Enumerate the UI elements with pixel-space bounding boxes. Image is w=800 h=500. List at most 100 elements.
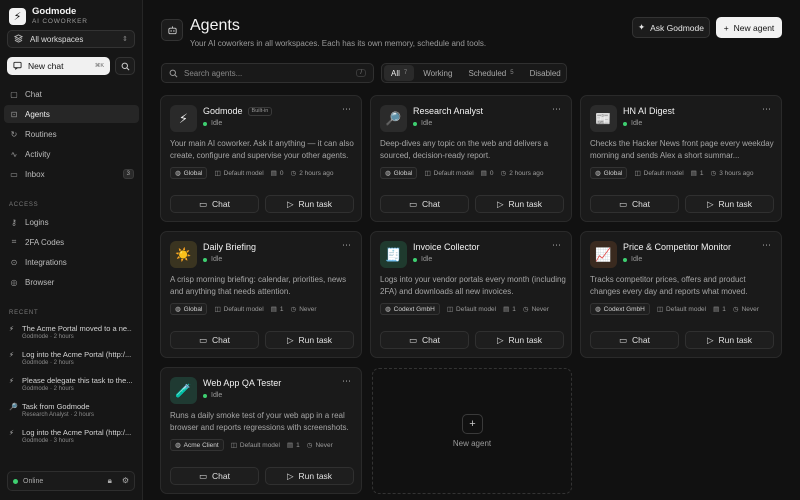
recent-item[interactable]: 🔎 Task from Godmode Research Analyst · 2… — [4, 400, 139, 420]
sidebar-search-button[interactable] — [115, 57, 135, 75]
agent-description: Checks the Hacker News front page every … — [590, 139, 774, 160]
agent-description: Runs a daily smoke test of your web app … — [170, 411, 349, 432]
run-task-label: Run task — [508, 199, 543, 209]
run-task-label: Run task — [718, 199, 753, 209]
chat-button[interactable]: ▭ Chat — [590, 331, 679, 349]
key-icon: ⚷ — [11, 217, 17, 227]
chat-button[interactable]: ▭ Chat — [380, 331, 469, 349]
run-task-button[interactable]: ▷ Run task — [475, 195, 564, 213]
new-agent-label: New agent — [733, 22, 775, 33]
model-label: Default model — [643, 169, 684, 177]
lock-icon[interactable]: 🔒︎ — [108, 476, 112, 486]
chat-icon: ▢ — [10, 89, 18, 99]
agent-card[interactable]: 📈 Price & Competitor Monitor Idle ⋯ Tracks c… — [580, 231, 782, 358]
chat-button[interactable]: ▭ Chat — [590, 195, 679, 213]
globe-icon: ◎ — [10, 277, 18, 287]
new-agent-button[interactable]: + New agent — [716, 17, 782, 38]
agent-status-label: Idle — [211, 120, 223, 127]
tab-disabled[interactable]: Disabled — [523, 65, 568, 81]
gear-icon[interactable]: ⚙ — [122, 476, 129, 486]
sidebar-item-routines[interactable]: ↻ Routines — [4, 125, 139, 143]
cpu-icon: ◫ — [634, 170, 641, 177]
recent-item[interactable]: ⚡ Log into the Acme Portal (http:/... Go… — [4, 426, 139, 446]
run-task-label: Run task — [298, 471, 333, 481]
new-agent-card[interactable]: + New agent — [372, 368, 572, 494]
last-run-meta: ◷ Never — [307, 441, 333, 450]
agent-card[interactable]: 🧾 Invoice Collector Idle ⋯ Logs into your ve… — [370, 231, 572, 358]
main-nav: ▢ Chat ⊡ Agents ↻ Routines ∿ Activity ▭ … — [4, 85, 139, 185]
card-actions: ▭ Chat ▷ Run task — [380, 331, 564, 349]
agent-status: Idle — [203, 392, 222, 399]
run-task-button[interactable]: ▷ Run task — [265, 195, 354, 213]
workspace-chip: ◍ Global — [170, 167, 208, 179]
last-run-label: Never — [531, 305, 549, 313]
sidebar-item-activity[interactable]: ∿ Activity — [4, 145, 139, 163]
inbox-count-badge: 3 — [122, 169, 134, 179]
brand-name: Godmode — [32, 6, 77, 17]
chat-button[interactable]: ▭ Chat — [170, 195, 259, 213]
tab-all[interactable]: All 7 — [384, 65, 415, 81]
sidebar-item-integrations[interactable]: ⊙ Integrations — [4, 253, 139, 271]
tasks-icon: ▤ — [270, 306, 277, 313]
workspace-chip: ◍ Global — [380, 167, 418, 179]
agent-card[interactable]: 🧪 Web App QA Tester Idle ⋯ Runs a daily smok… — [160, 367, 362, 494]
tab-scheduled[interactable]: Scheduled 5 — [461, 65, 520, 81]
recent-item-title: The Acme Portal moved to a ne... — [22, 324, 132, 333]
more-options-icon[interactable]: ⋯ — [342, 104, 352, 115]
chat-button-label: Chat — [422, 199, 440, 209]
new-chat-button[interactable]: New chat ⌘K — [7, 57, 110, 75]
sidebar-item-chat[interactable]: ▢ Chat — [4, 85, 139, 103]
workspace-label: All workspaces — [30, 34, 84, 44]
more-options-icon[interactable]: ⋯ — [552, 104, 562, 115]
agent-card[interactable]: ⚡ Godmode Built-in Idle ⋯ Your main AI cowork… — [160, 95, 362, 222]
chat-button[interactable]: ▭ Chat — [170, 331, 259, 349]
more-options-icon[interactable]: ⋯ — [342, 240, 352, 251]
sidebar-item-agents[interactable]: ⊡ Agents — [4, 105, 139, 123]
agent-card[interactable]: 📰 HN AI Digest Idle ⋯ Checks the Hacker News… — [580, 95, 782, 222]
run-task-button[interactable]: ▷ Run task — [265, 467, 354, 485]
sidebar-item-label: Agents — [25, 109, 50, 119]
run-task-button[interactable]: ▷ Run task — [475, 331, 564, 349]
recent-item-title: Please delegate this task to the... — [22, 376, 132, 385]
cpu-icon: ◫ — [424, 170, 431, 177]
sidebar-item-logins[interactable]: ⚷ Logins — [4, 213, 139, 231]
model-meta: ◫ Default model — [214, 305, 263, 314]
sidebar-item-2fa-codes[interactable]: ⌗ 2FA Codes — [4, 233, 139, 251]
agent-card[interactable]: ☀️ Daily Briefing Idle ⋯ A crisp morning bri… — [160, 231, 362, 358]
more-options-icon[interactable]: ⋯ — [762, 104, 772, 115]
model-meta: ◫ Default model — [657, 305, 706, 314]
more-options-icon[interactable]: ⋯ — [552, 240, 562, 251]
agent-name: Web App QA Tester — [203, 378, 282, 388]
run-task-button[interactable]: ▷ Run task — [265, 331, 354, 349]
sidebar-item-browser[interactable]: ◎ Browser — [4, 273, 139, 291]
workspace-select[interactable]: All workspaces ⇕ — [7, 30, 135, 48]
globe-icon: ◍ — [385, 170, 391, 177]
chat-icon: ▭ — [199, 198, 208, 209]
run-task-button[interactable]: ▷ Run task — [685, 331, 774, 349]
chat-button[interactable]: ▭ Chat — [170, 467, 259, 485]
recent-item[interactable]: ⚡ The Acme Portal moved to a ne... Godmo… — [4, 322, 139, 342]
recent-item-meta: Godmode · 2 hours — [22, 360, 74, 366]
ask-godmode-button[interactable]: ✦ Ask Godmode — [632, 17, 710, 38]
tab-working[interactable]: Working — [416, 65, 459, 81]
recent-item-title: Log into the Acme Portal (http:/... — [22, 350, 132, 359]
search-icon — [121, 62, 129, 70]
agent-meta: ◍ Global ◫ Default model ▤ 0 ◷ 2 hours ago — [170, 167, 334, 179]
filter-tabs: All 7 Working Scheduled 5 Disabled — [381, 63, 567, 83]
status-dot — [203, 257, 207, 262]
recent-item[interactable]: ⚡ Log into the Acme Portal (http:/... Go… — [4, 348, 139, 368]
run-task-button[interactable]: ▷ Run task — [685, 195, 774, 213]
agent-card[interactable]: 🔎 Research Analyst Idle ⋯ Deep-dives any top… — [370, 95, 572, 222]
recent-item[interactable]: ⚡ Please delegate this task to the... Go… — [4, 374, 139, 394]
globe-icon: ◍ — [385, 306, 391, 313]
plus-icon: + — [462, 414, 483, 434]
sidebar-item-inbox[interactable]: ▭ Inbox 3 — [4, 165, 139, 183]
chat-icon: ▭ — [409, 334, 418, 345]
sidebar-item-label: Browser — [25, 277, 55, 287]
search-agents-input[interactable]: Search agents... / — [161, 63, 374, 83]
last-run-label: 2 hours ago — [509, 169, 544, 177]
recent-item-meta: Godmode · 2 hours — [22, 334, 74, 340]
more-options-icon[interactable]: ⋯ — [762, 240, 772, 251]
more-options-icon[interactable]: ⋯ — [342, 376, 352, 387]
chat-button[interactable]: ▭ Chat — [380, 195, 469, 213]
